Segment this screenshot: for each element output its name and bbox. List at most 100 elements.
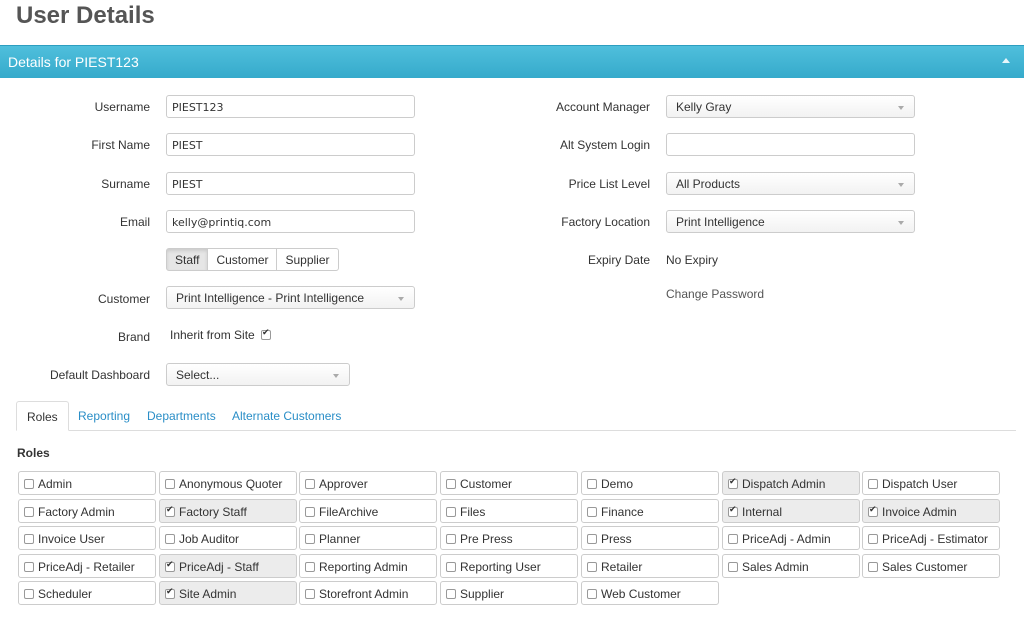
role-option[interactable]: Factory Staff xyxy=(159,499,297,523)
role-option[interactable]: Pre Press xyxy=(440,526,578,550)
tab-alternate-customers[interactable]: Alternate Customers xyxy=(222,401,351,431)
role-option[interactable]: Reporting Admin xyxy=(299,554,437,578)
role-checkbox[interactable] xyxy=(728,534,738,544)
price-list-select[interactable]: All Products xyxy=(666,172,915,195)
account-manager-select[interactable]: Kelly Gray xyxy=(666,95,915,118)
role-label: FileArchive xyxy=(319,505,379,519)
role-checkbox[interactable] xyxy=(728,562,738,572)
role-checkbox[interactable] xyxy=(24,534,34,544)
role-checkbox[interactable] xyxy=(165,560,175,572)
alt-login-field[interactable] xyxy=(666,133,915,156)
role-checkbox[interactable] xyxy=(24,479,34,489)
role-checkbox[interactable] xyxy=(165,479,175,489)
chevron-down-icon xyxy=(333,374,339,378)
role-checkbox[interactable] xyxy=(305,589,315,599)
role-option[interactable]: Invoice User xyxy=(18,526,156,550)
role-option[interactable]: Scheduler xyxy=(18,581,156,605)
role-checkbox[interactable] xyxy=(446,507,456,517)
tab-reporting[interactable]: Reporting xyxy=(68,401,140,431)
role-checkbox[interactable] xyxy=(728,477,738,489)
role-option[interactable]: Supplier xyxy=(440,581,578,605)
role-label: Admin xyxy=(38,477,73,491)
role-label: Invoice User xyxy=(38,532,105,546)
tab-roles[interactable]: Roles xyxy=(16,401,69,431)
role-option[interactable]: Files xyxy=(440,499,578,523)
role-checkbox[interactable] xyxy=(728,505,738,517)
role-option[interactable]: Anonymous Quoter xyxy=(159,471,297,495)
role-option[interactable]: PriceAdj - Estimator xyxy=(862,526,1000,550)
role-checkbox[interactable] xyxy=(587,479,597,489)
customer-select[interactable]: Print Intelligence - Print Intelligence xyxy=(166,286,415,309)
factory-location-select[interactable]: Print Intelligence xyxy=(666,210,915,233)
role-checkbox[interactable] xyxy=(305,507,315,517)
role-checkbox[interactable] xyxy=(24,507,34,517)
role-option[interactable]: Site Admin xyxy=(159,581,297,605)
supplier-button[interactable]: Supplier xyxy=(276,248,339,271)
role-option[interactable]: Reporting User xyxy=(440,554,578,578)
brand-inherit-checkbox[interactable] xyxy=(261,328,272,340)
role-checkbox[interactable] xyxy=(305,562,315,572)
role-option[interactable]: Retailer xyxy=(581,554,719,578)
role-checkbox[interactable] xyxy=(165,505,175,517)
staff-button[interactable]: Staff xyxy=(166,248,209,271)
role-option[interactable]: Sales Admin xyxy=(722,554,860,578)
email-field[interactable]: kelly@printiq.com xyxy=(166,210,415,233)
role-checkbox[interactable] xyxy=(446,562,456,572)
surname-field[interactable]: PIEST xyxy=(166,172,415,195)
factory-location-value: Print Intelligence xyxy=(676,215,765,229)
role-checkbox[interactable] xyxy=(165,534,175,544)
role-checkbox[interactable] xyxy=(587,534,597,544)
role-option[interactable]: PriceAdj - Retailer xyxy=(18,554,156,578)
role-option[interactable]: Dispatch Admin xyxy=(722,471,860,495)
role-checkbox[interactable] xyxy=(587,562,597,572)
role-checkbox[interactable] xyxy=(868,479,878,489)
role-option[interactable]: Dispatch User xyxy=(862,471,1000,495)
role-checkbox[interactable] xyxy=(587,589,597,599)
role-checkbox[interactable] xyxy=(868,562,878,572)
panel-header[interactable]: Details for PIEST123 xyxy=(0,45,1024,78)
role-option[interactable]: Internal xyxy=(722,499,860,523)
role-option[interactable]: Press xyxy=(581,526,719,550)
role-checkbox[interactable] xyxy=(24,589,34,599)
role-label: Factory Staff xyxy=(179,505,247,519)
role-option[interactable]: Planner xyxy=(299,526,437,550)
role-option[interactable]: Sales Customer xyxy=(862,554,1000,578)
role-checkbox[interactable] xyxy=(587,507,597,517)
role-option[interactable]: Invoice Admin xyxy=(862,499,1000,523)
role-option[interactable]: Job Auditor xyxy=(159,526,297,550)
role-option[interactable]: FileArchive xyxy=(299,499,437,523)
default-dashboard-select[interactable]: Select... xyxy=(166,363,350,386)
role-option[interactable]: PriceAdj - Staff xyxy=(159,554,297,578)
customer-button[interactable]: Customer xyxy=(207,248,278,271)
role-checkbox[interactable] xyxy=(305,479,315,489)
role-checkbox[interactable] xyxy=(446,534,456,544)
role-option[interactable]: Web Customer xyxy=(581,581,719,605)
change-password-link[interactable]: Change Password xyxy=(666,287,764,301)
role-checkbox[interactable] xyxy=(305,534,315,544)
role-option[interactable]: Storefront Admin xyxy=(299,581,437,605)
email-label: Email xyxy=(119,215,150,229)
role-checkbox[interactable] xyxy=(868,505,878,517)
first-name-field[interactable]: PIEST xyxy=(166,133,415,156)
role-option[interactable]: PriceAdj - Admin xyxy=(722,526,860,550)
role-label: Storefront Admin xyxy=(319,587,409,601)
role-option[interactable]: Finance xyxy=(581,499,719,523)
role-option[interactable]: Demo xyxy=(581,471,719,495)
role-option[interactable]: Approver xyxy=(299,471,437,495)
role-checkbox[interactable] xyxy=(446,479,456,489)
user-type-toggle: Staff Customer Supplier xyxy=(166,248,339,271)
role-label: Site Admin xyxy=(179,587,237,601)
tab-departments[interactable]: Departments xyxy=(137,401,226,431)
role-option[interactable]: Customer xyxy=(440,471,578,495)
customer-select-value: Print Intelligence - Print Intelligence xyxy=(176,291,365,305)
username-field[interactable]: PIEST123 xyxy=(166,95,415,118)
role-checkbox[interactable] xyxy=(868,534,878,544)
role-option[interactable]: Admin xyxy=(18,471,156,495)
role-checkbox[interactable] xyxy=(24,562,34,572)
price-list-value: All Products xyxy=(676,177,741,191)
role-checkbox[interactable] xyxy=(165,587,175,599)
collapse-icon[interactable] xyxy=(1002,58,1010,63)
role-option[interactable]: Factory Admin xyxy=(18,499,156,523)
role-label: Reporting User xyxy=(460,560,541,574)
role-checkbox[interactable] xyxy=(446,589,456,599)
